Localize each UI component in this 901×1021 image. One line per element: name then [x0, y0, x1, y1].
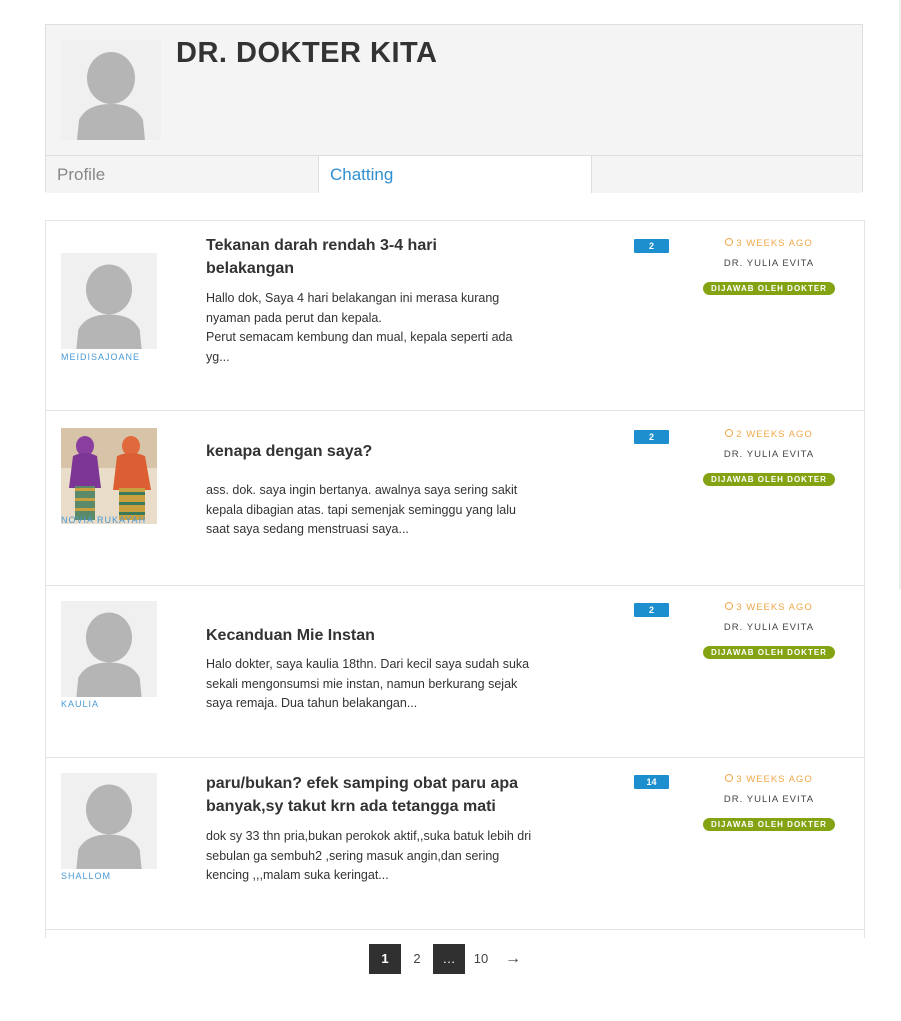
- time-label: 2 WEEKS AGO: [736, 429, 813, 440]
- answering-doctor: DR. YULIA EVITA: [723, 794, 815, 805]
- tab-spacer: [592, 156, 862, 193]
- page-10[interactable]: 10: [465, 944, 497, 974]
- excerpt-line: Hallo dok, Saya 4 hari belakangan ini me…: [206, 291, 500, 325]
- reply-count-badge: 2: [634, 430, 669, 444]
- list-item[interactable]: SHALLOM paru/bukan? efek samping obat pa…: [46, 758, 864, 930]
- user-avatar[interactable]: [61, 601, 157, 697]
- answering-doctor: DR. YULIA EVITA: [723, 258, 815, 269]
- thread-meta: 3 WEEKS AGO DR. YULIA EVITA DIJAWAB OLEH…: [696, 602, 842, 660]
- thread-title[interactable]: Tekanan darah rendah 3-4 hari belakangan: [206, 234, 526, 280]
- thread-meta: 3 WEEKS AGO DR. YULIA EVITA DIJAWAB OLEH…: [696, 774, 842, 832]
- user-avatar[interactable]: [61, 428, 157, 524]
- excerpt-line: ass. dok. saya ingin bertanya. awalnya s…: [206, 483, 518, 536]
- list-item[interactable]: KAULIA Kecanduan Mie Instan Halo dokter,…: [46, 586, 864, 758]
- status-badge: DIJAWAB OLEH DOKTER: [703, 282, 835, 295]
- user-photo-image: [61, 428, 157, 524]
- status-badge: DIJAWAB OLEH DOKTER: [703, 818, 835, 831]
- time-label: 3 WEEKS AGO: [736, 238, 813, 249]
- clock-icon: [725, 602, 734, 610]
- thread-time: 3 WEEKS AGO: [696, 238, 842, 249]
- thread-time: 3 WEEKS AGO: [696, 774, 842, 785]
- excerpt-line: Perut semacam kembung dan mual, kepala s…: [206, 330, 513, 364]
- thread-meta: 3 WEEKS AGO DR. YULIA EVITA DIJAWAB OLEH…: [696, 238, 842, 296]
- page-1[interactable]: 1: [369, 944, 401, 974]
- excerpt-line: Halo dokter, saya kaulia 18thn. Dari kec…: [206, 657, 530, 710]
- status-badge: DIJAWAB OLEH DOKTER: [703, 473, 835, 486]
- user-avatar[interactable]: [61, 253, 157, 349]
- reply-count-badge: 2: [634, 239, 669, 253]
- answering-doctor: DR. YULIA EVITA: [723, 449, 815, 460]
- thread-excerpt: ass. dok. saya ingin bertanya. awalnya s…: [206, 481, 536, 540]
- person-silhouette-icon: [61, 40, 161, 140]
- pagination: 1 2 … 10 →: [369, 944, 529, 974]
- thread-title[interactable]: kenapa dengan saya?: [206, 440, 526, 463]
- next-page-arrow-icon[interactable]: →: [497, 944, 529, 974]
- thread-title[interactable]: paru/bukan? efek samping obat paru apa b…: [206, 772, 526, 818]
- profile-avatar: [61, 40, 161, 140]
- username-link[interactable]: NOVIA RUKAYAH: [61, 515, 146, 525]
- thread-time: 2 WEEKS AGO: [696, 429, 842, 440]
- clock-icon: [725, 774, 734, 782]
- list-item[interactable]: MEIDISAJOANE Tekanan darah rendah 3-4 ha…: [46, 221, 864, 411]
- profile-tabs: Profile Chatting: [46, 155, 862, 193]
- time-label: 3 WEEKS AGO: [736, 774, 813, 785]
- tab-chatting[interactable]: Chatting: [319, 156, 592, 193]
- thread-list: MEIDISAJOANE Tekanan darah rendah 3-4 ha…: [45, 220, 865, 938]
- username-link[interactable]: KAULIA: [61, 699, 99, 709]
- person-silhouette-icon: [61, 773, 157, 869]
- person-silhouette-icon: [61, 253, 157, 349]
- thread-excerpt: Hallo dok, Saya 4 hari belakangan ini me…: [206, 289, 536, 367]
- thread-excerpt: dok sy 33 thn pria,bukan perokok aktif,,…: [206, 827, 536, 886]
- status-badge: DIJAWAB OLEH DOKTER: [703, 646, 835, 659]
- answering-doctor: DR. YULIA EVITA: [723, 622, 815, 633]
- tab-profile[interactable]: Profile: [46, 156, 319, 193]
- thread-excerpt: Halo dokter, saya kaulia 18thn. Dari kec…: [206, 655, 536, 714]
- thread-time: 3 WEEKS AGO: [696, 602, 842, 613]
- page-title: DR. DOKTER KITA: [176, 37, 438, 69]
- excerpt-line: dok sy 33 thn pria,bukan perokok aktif,,…: [206, 829, 532, 882]
- reply-count-badge: 2: [634, 603, 669, 617]
- user-avatar[interactable]: [61, 773, 157, 869]
- clock-icon: [725, 429, 734, 437]
- page-2[interactable]: 2: [401, 944, 433, 974]
- thread-title[interactable]: Kecanduan Mie Instan: [206, 624, 526, 647]
- profile-card: DR. DOKTER KITA Profile Chatting: [45, 24, 863, 193]
- clock-icon: [725, 238, 734, 246]
- time-label: 3 WEEKS AGO: [736, 602, 813, 613]
- person-silhouette-icon: [61, 601, 157, 697]
- reply-count-badge: 14: [634, 775, 669, 789]
- page-ellipsis: …: [433, 944, 465, 974]
- username-link[interactable]: MEIDISAJOANE: [61, 352, 140, 362]
- username-link[interactable]: SHALLOM: [61, 871, 111, 881]
- list-item[interactable]: NOVIA RUKAYAH kenapa dengan saya? ass. d…: [46, 411, 864, 586]
- thread-meta: 2 WEEKS AGO DR. YULIA EVITA DIJAWAB OLEH…: [696, 429, 842, 487]
